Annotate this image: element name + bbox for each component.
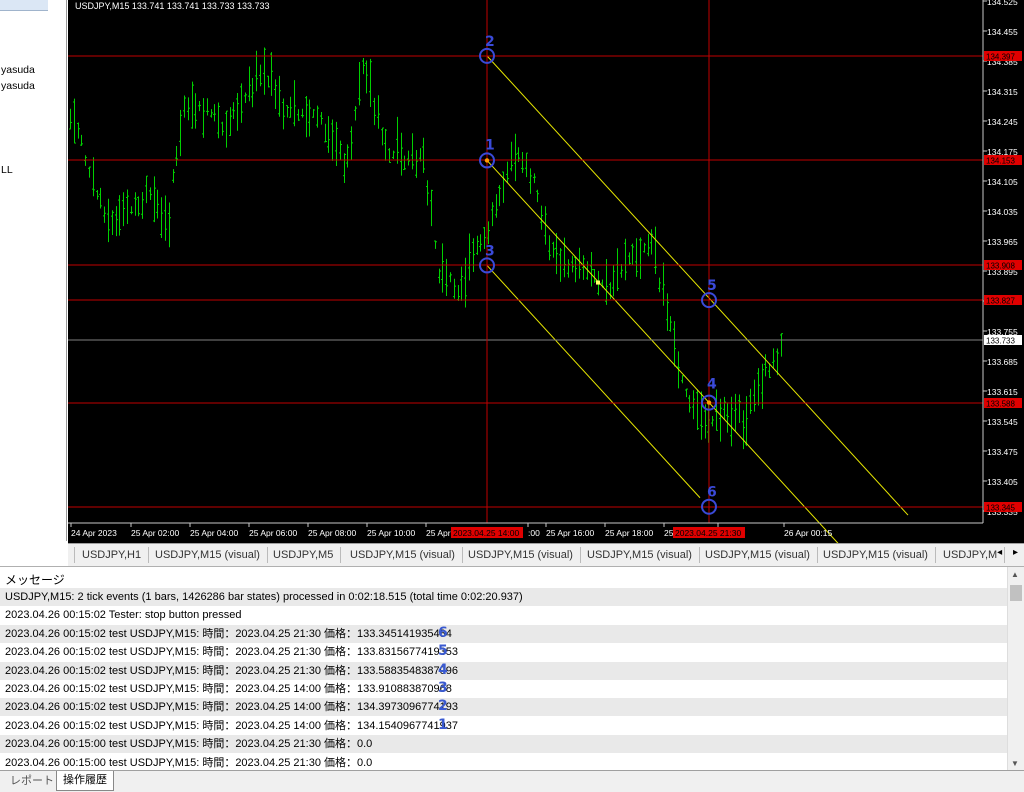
regression-channel-line[interactable] bbox=[486, 55, 909, 516]
chart-tab[interactable]: USDJPY,M bbox=[936, 547, 1006, 563]
price-tick-label: 134.315 bbox=[987, 87, 1018, 97]
chart-tab[interactable]: USDJPY,M15 (visual) bbox=[461, 547, 581, 563]
chart-tab[interactable]: USDJPY,M15 (visual) bbox=[816, 547, 936, 563]
point-marker-number: 6 bbox=[707, 485, 717, 501]
chart-tab[interactable]: USDJPY,M15 (visual) bbox=[148, 547, 268, 563]
chart-tab[interactable]: USDJPY,M15 (visual) bbox=[580, 547, 700, 563]
message-row[interactable]: 2023.04.26 00:15:02 test USDJPY,M15: 時間：… bbox=[0, 624, 1008, 643]
price-tick-label: 133.965 bbox=[987, 237, 1018, 247]
vertical-line-time-label: 2023.04.25 21:30 bbox=[675, 528, 741, 538]
message-row[interactable]: 2023.04.26 00:15:02 test USDJPY,M15: 時間：… bbox=[0, 717, 1008, 735]
message-text: 2023.04.26 00:15:02 test USDJPY,M15: 時間：… bbox=[5, 701, 458, 714]
message-row[interactable]: 2023.04.26 00:15:02 Tester: stop button … bbox=[0, 606, 1008, 624]
time-tick-label: 25 Apr 06:00 bbox=[249, 528, 297, 538]
price-chart[interactable]: 123456 134.525 134.455 134.385 134.315 134.2… bbox=[68, 0, 1024, 543]
point-marker-number: 2 bbox=[485, 34, 495, 50]
time-tick-label: 24 Apr 2023 bbox=[71, 528, 117, 538]
message-row[interactable]: 2023.04.26 00:15:02 test USDJPY,M15: 時間：… bbox=[0, 698, 1008, 717]
time-tick-label: 25 Apr 16:00 bbox=[546, 528, 594, 538]
point-marker-dot bbox=[706, 400, 712, 405]
message-row[interactable]: 2023.04.26 00:15:02 test USDJPY,M15: 時間：… bbox=[0, 643, 1008, 661]
tab-scroll-arrows-icon[interactable]: ◂ ▸ bbox=[997, 547, 1022, 558]
channel-midpoint-marker bbox=[596, 280, 600, 285]
vertical-line-time-label: 2023.04.25 14:00 bbox=[453, 528, 519, 538]
price-level-label: 134.153 bbox=[986, 157, 1015, 166]
price-level-label: 133.588 bbox=[986, 400, 1015, 409]
message-text: 2023.04.26 00:15:02 test USDJPY,M15: 時間：… bbox=[5, 664, 458, 677]
message-text: USDJPY,M15: 2 tick events (1 bars, 14262… bbox=[5, 591, 523, 603]
time-tick-label: 25 bbox=[664, 528, 674, 538]
price-level-label: 133.345 bbox=[986, 504, 1015, 513]
point-marker-number: 5 bbox=[707, 278, 717, 294]
price-level-label: 133.733 bbox=[986, 337, 1015, 346]
chart-tab[interactable]: USDJPY,H1 bbox=[74, 547, 150, 563]
message-row[interactable]: 2023.04.26 00:15:00 test USDJPY,M15: 時間：… bbox=[0, 735, 1008, 754]
navigator-panel: yasuda yasuda LL bbox=[0, 0, 67, 541]
price-level-label: 133.827 bbox=[986, 297, 1015, 306]
chart-tabs-bar: USDJPY,H1 USDJPY,M15 (visual) USDJPY,M5 USD… bbox=[68, 543, 1024, 566]
message-annotation-number: 6 bbox=[438, 624, 448, 641]
message-row[interactable]: USDJPY,M15: 2 tick events (1 bars, 14262… bbox=[0, 588, 1008, 606]
message-text: 2023.04.26 00:15:02 test USDJPY,M15: 時間：… bbox=[5, 683, 452, 695]
navigator-item[interactable]: yasuda bbox=[1, 80, 35, 92]
time-tick-label: 25 Apr 18:00 bbox=[605, 528, 653, 538]
scroll-down-icon[interactable]: ▼ bbox=[1011, 759, 1019, 768]
price-tick-label: 134.035 bbox=[987, 207, 1018, 217]
message-row[interactable]: 2023.04.26 00:15:02 test USDJPY,M15: 時間：… bbox=[0, 661, 1008, 680]
navigator-item[interactable]: LL bbox=[1, 164, 13, 176]
chart-canvas[interactable]: 123456 134.525134.455134.385134.315134.2… bbox=[68, 0, 1024, 543]
tab-journal[interactable]: 操作履歴 bbox=[56, 771, 114, 791]
price-level-label: 133.908 bbox=[986, 262, 1015, 271]
terminal-tabs: レポート 操作履歴 bbox=[0, 770, 1024, 792]
point-marker-number: 3 bbox=[485, 243, 495, 259]
point-marker-dot bbox=[484, 158, 490, 163]
price-tick-label: 134.245 bbox=[987, 117, 1018, 127]
price-tick-label: 133.685 bbox=[987, 357, 1018, 367]
message-annotation-number: 2 bbox=[438, 698, 448, 715]
price-level-label: 134.397 bbox=[986, 53, 1015, 62]
price-tick-label: 134.525 bbox=[987, 0, 1018, 7]
message-annotation-number: 3 bbox=[438, 680, 448, 696]
message-text: 2023.04.26 00:15:02 test USDJPY,M15: 時間：… bbox=[5, 627, 452, 640]
messages-header: メッセージ bbox=[5, 573, 65, 587]
message-text: 2023.04.26 00:15:02 test USDJPY,M15: 時間：… bbox=[5, 646, 458, 659]
message-annotation-number: 5 bbox=[438, 643, 448, 660]
message-text: 2023.04.26 00:15:02 Tester: stop button … bbox=[5, 609, 242, 622]
time-tick-label: :00 bbox=[528, 528, 540, 538]
chart-tab[interactable]: USDJPY,M15 (visual) bbox=[343, 547, 463, 563]
scroll-thumb[interactable] bbox=[1010, 585, 1022, 601]
message-row[interactable]: 2023.04.26 00:15:02 test USDJPY,M15: 時間：… bbox=[0, 680, 1008, 698]
chart-header: USDJPY,M15 133.741 133.741 133.733 133.7… bbox=[75, 1, 270, 11]
navigator-header bbox=[0, 0, 48, 11]
price-tick-label: 133.405 bbox=[987, 477, 1018, 487]
messages-scrollbar[interactable]: ▲ ▼ bbox=[1007, 567, 1024, 771]
point-marker-number: 1 bbox=[485, 137, 495, 153]
message-text: 2023.04.26 00:15:02 test USDJPY,M15: 時間：… bbox=[5, 719, 458, 732]
messages-list: USDJPY,M15: 2 tick events (1 bars, 14262… bbox=[0, 588, 1008, 771]
price-tick-label: 133.615 bbox=[987, 387, 1018, 397]
time-tick-label: 25 Apr 08:00 bbox=[308, 528, 356, 538]
time-tick-label: 25 Apr 02:00 bbox=[131, 528, 179, 538]
scroll-up-icon[interactable]: ▲ bbox=[1011, 570, 1019, 579]
price-tick-label: 133.475 bbox=[987, 447, 1018, 457]
navigator-item[interactable]: yasuda bbox=[1, 64, 35, 76]
price-tick-label: 134.455 bbox=[987, 27, 1018, 37]
tab-report[interactable]: レポート bbox=[4, 773, 60, 789]
point-marker-number: 4 bbox=[707, 377, 717, 393]
price-tick-label: 134.105 bbox=[987, 177, 1018, 187]
message-row[interactable]: 2023.04.26 00:15:00 test USDJPY,M15: 時間：… bbox=[0, 754, 1008, 771]
message-text: 2023.04.26 00:15:00 test USDJPY,M15: 時間：… bbox=[5, 756, 373, 769]
time-tick-label: 25 Apr 10:00 bbox=[367, 528, 415, 538]
time-tick-label: 25 Apr 04:00 bbox=[190, 528, 238, 538]
messages-pane: メッセージ USDJPY,M15: 2 tick events (1 bars,… bbox=[0, 566, 1024, 771]
time-tick-label: 26 Apr 00:15 bbox=[784, 528, 832, 538]
message-annotation-number: 4 bbox=[438, 661, 448, 678]
chart-tab[interactable]: USDJPY,M15 (visual) bbox=[698, 547, 818, 563]
message-text: 2023.04.26 00:15:00 test USDJPY,M15: 時間：… bbox=[5, 738, 373, 751]
message-annotation-number: 1 bbox=[438, 716, 448, 733]
chart-tab[interactable]: USDJPY,M5 bbox=[266, 547, 342, 563]
price-tick-label: 133.545 bbox=[987, 417, 1018, 427]
